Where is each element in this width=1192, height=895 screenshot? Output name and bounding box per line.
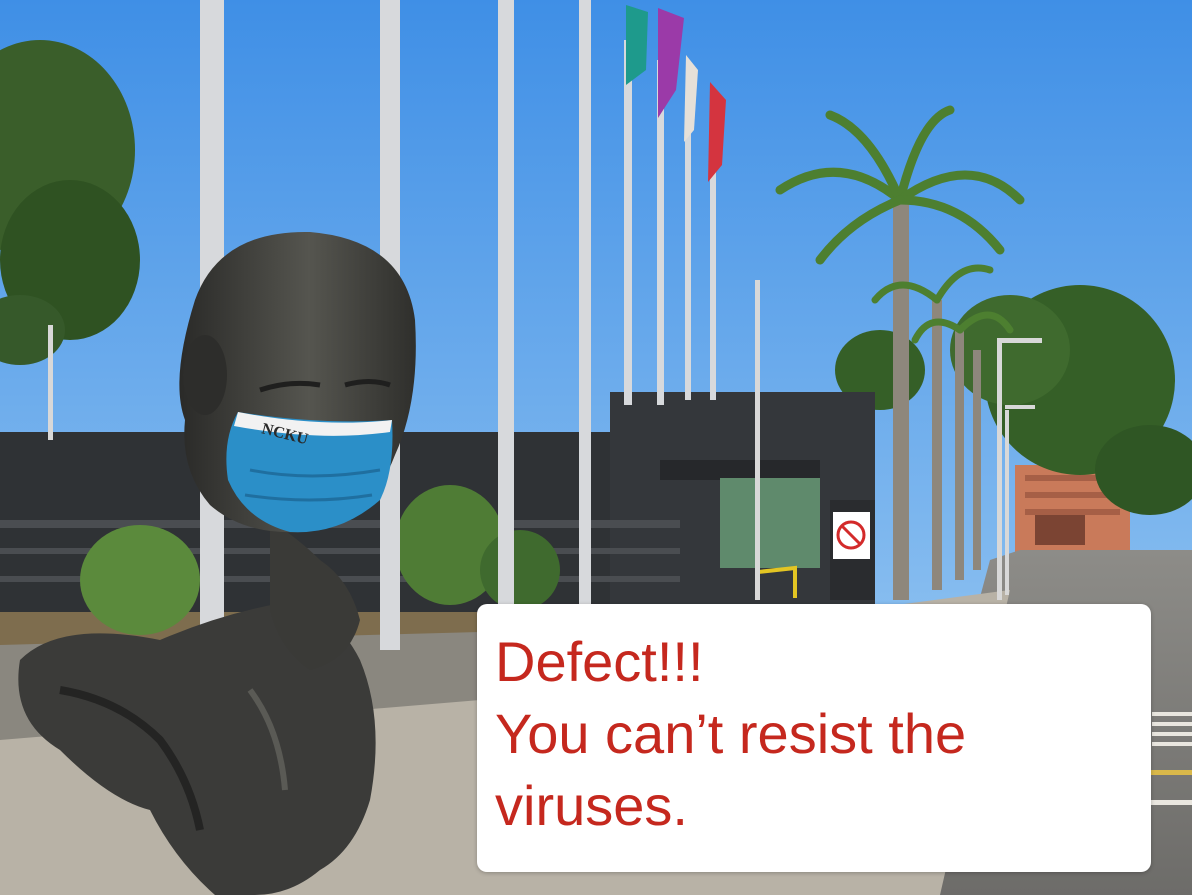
caption-line-2: You can’t resist the — [495, 702, 967, 765]
no-smoking-sign — [833, 512, 870, 559]
photo-frame: NCKU Defect!!! You can’t resist the viru… — [0, 0, 1192, 895]
caption-line-3: viruses. — [495, 774, 688, 837]
caption-line-1: Defect!!! — [495, 630, 704, 693]
caption-box: Defect!!! You can’t resist the viruses. — [477, 604, 1151, 872]
